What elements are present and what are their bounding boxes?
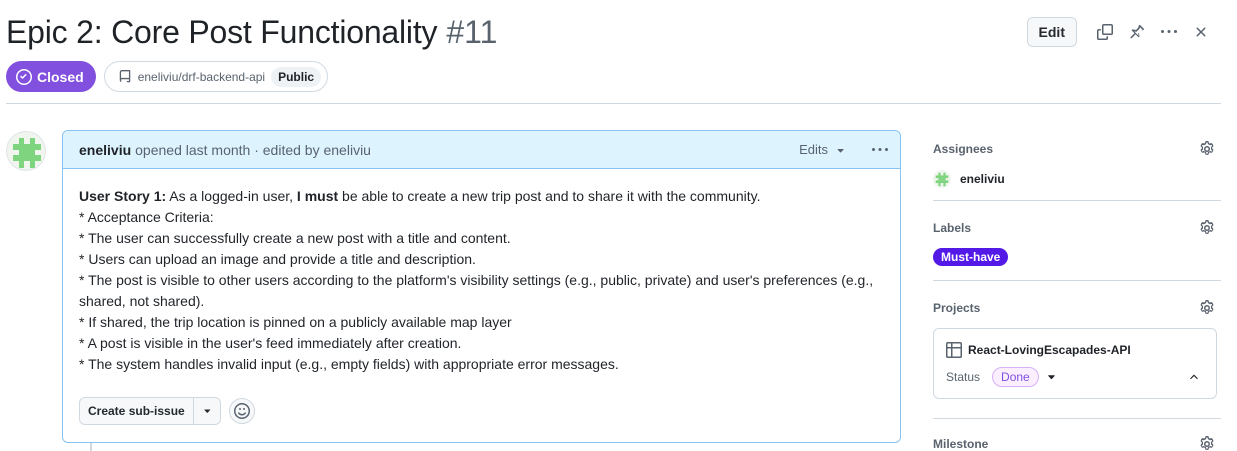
avatar: [933, 170, 951, 188]
edits-dropdown[interactable]: Edits: [799, 142, 846, 157]
edit-title-button[interactable]: Edit: [1026, 17, 1077, 47]
status-badge-label: Closed: [37, 68, 84, 85]
user-story-label: User Story 1:: [79, 188, 167, 204]
comment-body: User Story 1: As a logged-in user, I mus…: [63, 169, 900, 375]
triangle-down-icon[interactable]: [1045, 371, 1057, 383]
avatar[interactable]: [6, 131, 46, 171]
status-badge: Closed: [6, 61, 96, 92]
comment-meta: opened last month · edited by eneliviu: [135, 141, 371, 158]
gear-icon[interactable]: [1199, 220, 1215, 236]
gear-icon[interactable]: [1199, 436, 1215, 451]
assignee-item[interactable]: eneliviu: [933, 170, 1221, 188]
issue-meta-row: Closed eneliviu/drf-backend-api Public: [6, 61, 329, 92]
user-story-line: User Story 1: As a logged-in user, I mus…: [79, 188, 761, 204]
criteria-line: * If shared, the trip location is pinned…: [79, 314, 512, 330]
repo-icon: [119, 69, 130, 82]
comment-footer: Create sub-issue: [79, 397, 255, 425]
triangle-down-icon: [837, 148, 844, 153]
criteria-line: * The user can successfully create a new…: [79, 230, 511, 246]
projects-title: Projects: [933, 301, 981, 315]
gear-icon[interactable]: [1199, 300, 1215, 316]
milestone-section: Milestone: [933, 419, 1221, 451]
repo-link[interactable]: eneliviu/drf-backend-api Public: [103, 61, 329, 92]
issue-comment: eneliviu opened last month · edited by e…: [62, 130, 901, 443]
header-divider: [6, 103, 1221, 104]
issue-number: #11: [446, 14, 498, 50]
criteria-line: * Acceptance Criteria:: [79, 209, 214, 225]
issue-sidebar: Assignees eneliviu Labels Must-have Proj…: [933, 130, 1221, 451]
create-subissue-split-button: Create sub-issue: [79, 397, 221, 425]
repo-name: eneliviu/drf-backend-api: [137, 69, 266, 84]
assignee-name: eneliviu: [960, 172, 1005, 186]
criteria-line: * The system handles invalid input (e.g.…: [79, 356, 619, 372]
criteria-line: * A post is visible in the user's feed i…: [79, 335, 462, 351]
labels-title: Labels: [933, 221, 972, 235]
timeline-connector: [90, 443, 92, 451]
pin-icon[interactable]: [1121, 17, 1153, 47]
assignees-title: Assignees: [933, 142, 994, 156]
chevron-down-icon[interactable]: [194, 398, 220, 424]
comment-header: eneliviu opened last month · edited by e…: [63, 131, 900, 169]
project-link[interactable]: React-LovingEscapades-API: [946, 342, 1204, 358]
more-options-icon[interactable]: [1153, 17, 1185, 47]
check-circle-icon: [16, 68, 32, 85]
criteria-line: * Users can upload an image and provide …: [79, 251, 476, 267]
project-status-row: Status Done: [946, 367, 1204, 387]
comment-options-icon[interactable]: [868, 142, 892, 158]
issue-title-row: Epic 2: Core Post Functionality #11: [6, 14, 497, 54]
milestone-title: Milestone: [933, 437, 989, 451]
gear-icon[interactable]: [1199, 141, 1215, 157]
table-icon: [946, 342, 962, 358]
label-must-have[interactable]: Must-have: [933, 248, 1009, 266]
status-done-pill[interactable]: Done: [992, 367, 1039, 387]
assignees-section: Assignees eneliviu: [933, 130, 1221, 201]
issue-title: Epic 2: Core Post Functionality: [6, 14, 438, 50]
status-label: Status: [946, 370, 981, 384]
project-card: React-LovingEscapades-API Status Done: [933, 328, 1217, 399]
visibility-badge: Public: [271, 66, 322, 87]
smiley-icon[interactable]: [228, 398, 255, 424]
edits-label: Edits: [799, 142, 828, 157]
close-icon[interactable]: [1185, 17, 1217, 47]
header-actions: Edit: [1026, 17, 1217, 47]
create-subissue-button[interactable]: Create sub-issue: [80, 398, 194, 424]
projects-section: Projects React-LovingEscapades-API Statu…: [933, 281, 1221, 419]
comment-author[interactable]: eneliviu: [79, 142, 131, 158]
project-name: React-LovingEscapades-API: [968, 343, 1131, 357]
copy-icon[interactable]: [1089, 17, 1121, 47]
labels-section: Labels Must-have: [933, 201, 1221, 281]
chevron-up-icon[interactable]: [1188, 370, 1200, 382]
criteria-line: * The post is visible to other users acc…: [79, 272, 874, 309]
must-emphasis: I must: [296, 188, 339, 204]
